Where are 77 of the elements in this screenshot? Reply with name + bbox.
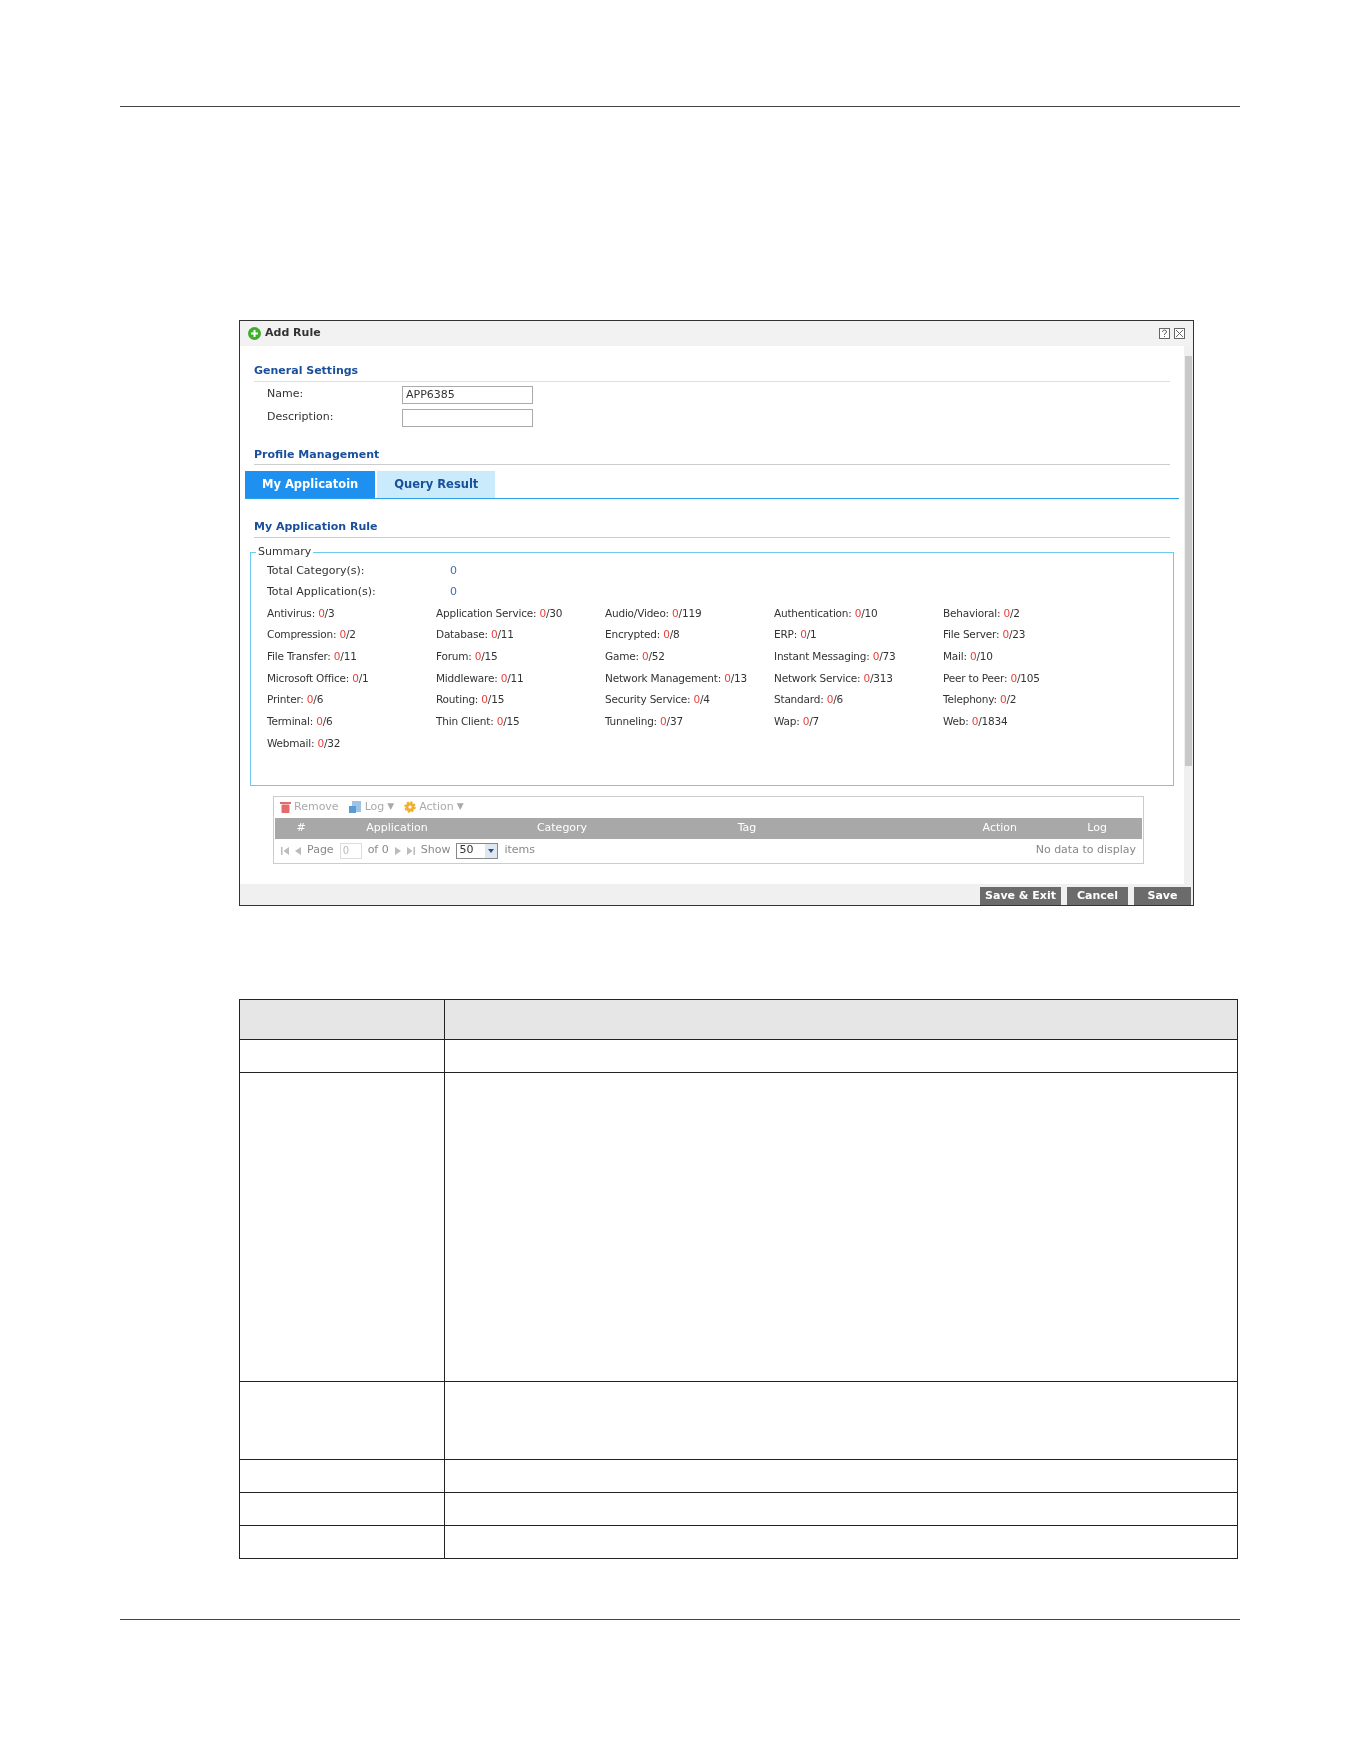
column-header[interactable]: Tag bbox=[657, 819, 837, 837]
category-count: Wap: 0/7 bbox=[774, 713, 820, 729]
last-page-icon[interactable] bbox=[406, 846, 415, 855]
section-heading: General Settings bbox=[254, 364, 359, 377]
category-count: Web: 0/1834 bbox=[943, 713, 1009, 729]
category-count: Encrypted: 0/8 bbox=[605, 627, 681, 643]
next-page-icon[interactable] bbox=[394, 846, 401, 855]
category-count: Mail: 0/10 bbox=[943, 648, 994, 664]
text-field[interactable] bbox=[402, 408, 533, 427]
column-header[interactable]: # bbox=[275, 819, 327, 837]
close-icon[interactable] bbox=[1174, 328, 1185, 339]
column-header[interactable]: Application bbox=[327, 819, 467, 837]
page-label: Page bbox=[307, 842, 334, 859]
column-header[interactable]: Category bbox=[467, 819, 657, 837]
category-count: Forum: 0/15 bbox=[436, 648, 499, 664]
category-count: Terminal: 0/6 bbox=[267, 713, 334, 729]
field-label: Description: bbox=[267, 409, 335, 426]
category-count: Security Service: 0/4 bbox=[605, 692, 711, 708]
caret-icon: ▼ bbox=[387, 800, 395, 814]
trash-icon bbox=[280, 801, 291, 813]
empty-message: No data to display bbox=[1035, 842, 1136, 859]
dialog-button[interactable]: Save & Exit bbox=[980, 887, 1061, 905]
category-count: Thin Client: 0/15 bbox=[436, 713, 521, 729]
category-count: Printer: 0/6 bbox=[267, 692, 325, 708]
section-heading: My Application Rule bbox=[254, 520, 378, 533]
category-count: Middleware: 0/11 bbox=[436, 670, 525, 686]
category-count: Application Service: 0/30 bbox=[436, 605, 564, 621]
category-count: Peer to Peer: 0/105 bbox=[943, 670, 1041, 686]
section-heading: Profile Management bbox=[254, 447, 380, 461]
summary-legend: Summary bbox=[256, 544, 314, 559]
category-count: ERP: 0/1 bbox=[774, 627, 818, 643]
toolbar-button[interactable]: Action ▼ bbox=[404, 798, 464, 816]
field-label: Name: bbox=[267, 386, 305, 403]
document-icon bbox=[348, 801, 362, 813]
help-icon[interactable] bbox=[1159, 328, 1170, 339]
category-count: Game: 0/52 bbox=[605, 648, 666, 664]
first-page-icon[interactable] bbox=[281, 846, 289, 855]
tab[interactable]: My Applicatoin bbox=[245, 471, 376, 498]
category-count: Behavioral: 0/2 bbox=[943, 605, 1021, 621]
category-count: Telephony: 0/2 bbox=[943, 692, 1018, 708]
column-header[interactable]: Log bbox=[1017, 819, 1107, 837]
caret-icon: ▼ bbox=[456, 800, 464, 814]
total-label: Total Application(s): bbox=[267, 583, 377, 600]
page-size-select[interactable]: 50 bbox=[456, 842, 499, 859]
dialog-title: Add Rule bbox=[265, 325, 321, 342]
category-count: Database: 0/11 bbox=[436, 627, 515, 643]
total-value: 0 bbox=[450, 583, 457, 600]
page-field[interactable]: 0 bbox=[339, 842, 362, 859]
column-header[interactable]: Action bbox=[837, 819, 1017, 837]
dialog-button[interactable]: Save bbox=[1134, 887, 1191, 905]
total-label: Total Category(s): bbox=[267, 562, 366, 579]
category-count: Compression: 0/2 bbox=[267, 627, 357, 643]
gear-icon bbox=[404, 801, 417, 813]
show-label: Show bbox=[420, 842, 451, 859]
toolbar-button[interactable]: Remove bbox=[280, 798, 339, 816]
category-count: Microsoft Office: 0/1 bbox=[267, 670, 370, 686]
category-count: Antivirus: 0/3 bbox=[267, 605, 336, 621]
previous-page-icon[interactable] bbox=[295, 846, 301, 855]
plus-icon bbox=[248, 327, 261, 340]
category-count: Routing: 0/15 bbox=[436, 692, 506, 708]
toolbar-button[interactable]: Log ▼ bbox=[348, 798, 395, 816]
category-count: Network Service: 0/313 bbox=[774, 670, 894, 686]
items-label: items bbox=[504, 842, 536, 859]
category-count: File Transfer: 0/11 bbox=[267, 648, 358, 664]
total-value: 0 bbox=[450, 562, 457, 579]
category-count: Tunneling: 0/37 bbox=[605, 713, 684, 729]
tab[interactable]: Query Result bbox=[377, 471, 496, 498]
category-count: Webmail: 0/32 bbox=[267, 735, 342, 751]
dialog-button[interactable]: Cancel bbox=[1066, 887, 1128, 905]
page-count: of 0 bbox=[367, 842, 389, 859]
category-count: Network Management: 0/13 bbox=[605, 670, 749, 686]
category-count: Standard: 0/6 bbox=[774, 692, 844, 708]
category-count: Instant Messaging: 0/73 bbox=[774, 648, 897, 664]
category-count: Audio/Video: 0/119 bbox=[605, 605, 703, 621]
category-count: File Server: 0/23 bbox=[943, 627, 1027, 643]
category-count: Authentication: 0/10 bbox=[774, 605, 879, 621]
text-field[interactable]: APP6385 bbox=[402, 385, 533, 404]
